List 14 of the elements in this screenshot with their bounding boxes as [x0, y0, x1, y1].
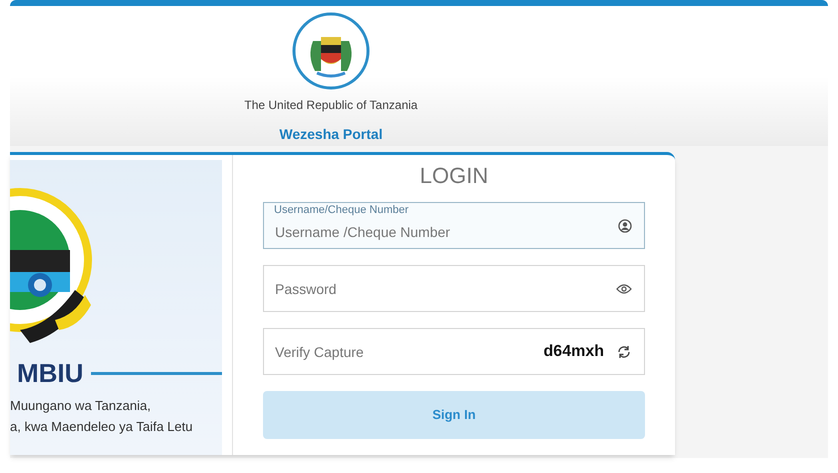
captcha-code: d64mxh	[544, 342, 604, 362]
floating-label: Username/Cheque Number	[274, 205, 409, 216]
login-title: LOGIN	[418, 165, 490, 187]
refresh-icon[interactable]	[616, 344, 632, 360]
password-field[interactable]: Password	[263, 265, 645, 312]
coat-of-arms-icon	[291, 11, 371, 91]
country-name: The United Republic of Tanzania	[244, 97, 418, 114]
portal-title: Wezesha Portal	[279, 125, 383, 144]
eye-icon[interactable]	[616, 282, 632, 294]
banner-text: a, kwa Maendeleo ya Taifa Letu	[10, 418, 194, 436]
user-icon	[618, 218, 632, 232]
banner-heading: MBIU	[17, 360, 84, 386]
banner-text: Muungano wa Tanzania,	[10, 397, 152, 415]
sign-in-button[interactable]: Sign In	[263, 391, 645, 439]
